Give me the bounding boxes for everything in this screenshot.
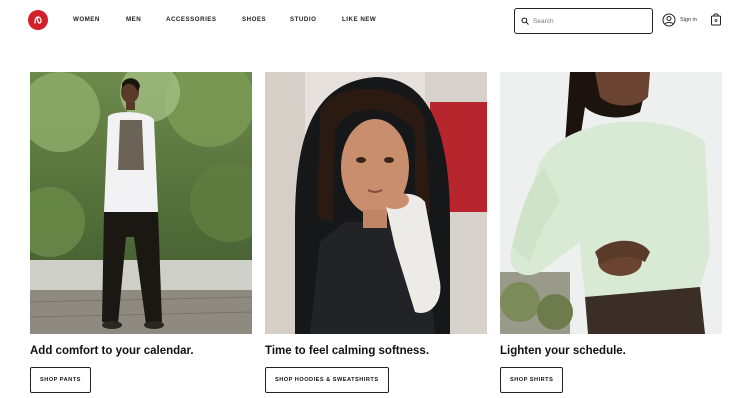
- user-icon: [662, 13, 676, 27]
- nav-item-shoes[interactable]: SHOES: [242, 16, 266, 23]
- promo-card-hoodies: Time to feel calming softness. SHOP HOOD…: [265, 72, 487, 393]
- nav-item-studio[interactable]: STUDIO: [290, 16, 316, 23]
- sign-in-label: Sign in: [680, 17, 697, 23]
- shop-hoodies-sweatshirts-button[interactable]: SHOP HOODIES & SWEATSHIRTS: [265, 367, 389, 393]
- logo-mark-icon: [34, 16, 42, 24]
- cart-button[interactable]: [710, 12, 722, 26]
- search-icon: [521, 17, 529, 25]
- promo-image-pants[interactable]: [30, 72, 252, 334]
- sign-in-link[interactable]: Sign in: [662, 12, 697, 28]
- promo-headline: Time to feel calming softness.: [265, 345, 430, 357]
- shop-pants-button[interactable]: SHOP PANTS: [30, 367, 91, 393]
- promo-headline: Add comfort to your calendar.: [30, 345, 194, 357]
- nav-item-like-new[interactable]: LIKE NEW: [342, 16, 376, 23]
- promo-card-shirts: Lighten your schedule. SHOP SHIRTS: [500, 72, 722, 393]
- shopping-bag-icon: [711, 13, 721, 26]
- nav-item-accessories[interactable]: ACCESSORIES: [166, 16, 217, 23]
- brand-logo[interactable]: [28, 10, 48, 30]
- shop-shirts-button[interactable]: SHOP SHIRTS: [500, 367, 564, 393]
- promo-image-hoodies[interactable]: [265, 72, 487, 334]
- promo-image-shirts[interactable]: [500, 72, 722, 334]
- search-input[interactable]: [533, 17, 643, 25]
- promo-card-pants: Add comfort to your calendar. SHOP PANTS: [30, 72, 252, 393]
- search-box[interactable]: [514, 8, 653, 34]
- site-header: WOMEN MEN ACCESSORIES SHOES STUDIO LIKE …: [0, 0, 739, 44]
- nav-item-women[interactable]: WOMEN: [73, 16, 100, 23]
- nav-item-men[interactable]: MEN: [126, 16, 141, 23]
- promo-headline: Lighten your schedule.: [500, 345, 626, 357]
- page: WOMEN MEN ACCESSORIES SHOES STUDIO LIKE …: [0, 0, 739, 398]
